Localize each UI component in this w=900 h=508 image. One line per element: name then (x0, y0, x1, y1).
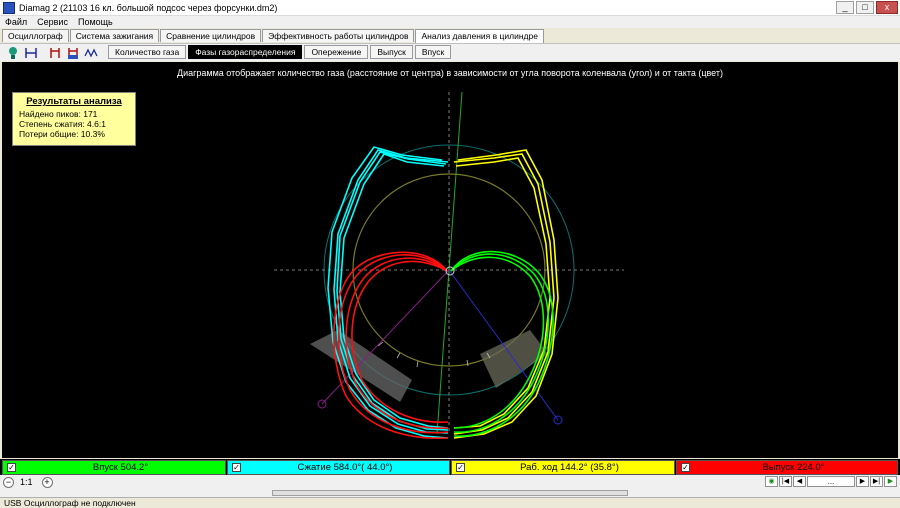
scroll-row (0, 489, 900, 497)
zoom-out-button[interactable]: − (3, 476, 14, 488)
minimize-button[interactable]: _ (836, 1, 854, 14)
horizontal-scrollbar[interactable] (272, 490, 628, 496)
status-bar: USB Осциллограф не подключен (0, 497, 900, 508)
phase-legend: ✓ Впуск 504.2° ✓ Сжатие 584.0°( 44.0°) ✓… (0, 459, 900, 475)
subtab-intake[interactable]: Впуск (414, 45, 452, 59)
app-icon (3, 1, 15, 14)
zoom-bar: − 1:1 + ◉ |◀ ◀ ... ▶ ▶| ▶ (0, 475, 900, 489)
tab-cylinder-compare[interactable]: Сравнение цилиндров (160, 29, 262, 42)
close-button[interactable]: x (876, 1, 898, 14)
phase-compression-label: Сжатие 584.0°( 44.0°) (297, 462, 393, 473)
compression-ratio: Степень сжатия: 4.6:1 (19, 119, 106, 129)
total-losses: Потери общие: 10.3% (19, 129, 105, 139)
maximize-button[interactable]: □ (856, 1, 874, 14)
tab-ignition[interactable]: Система зажигания (69, 29, 160, 42)
phase-power-label: Раб. ход 144.2° (35.8°) (520, 462, 619, 473)
zoom-in-button[interactable]: + (41, 476, 53, 488)
next-frame-button[interactable]: ▶ (856, 476, 869, 487)
phase-compression[interactable]: ✓ Сжатие 584.0°( 44.0°) (227, 460, 450, 475)
title-bar: Diamag 2 (21103 16 кл. большой подсос че… (0, 0, 900, 16)
cursor-measure-icon[interactable] (24, 46, 38, 60)
phase-intake[interactable]: ✓ Впуск 504.2° (2, 460, 226, 475)
first-frame-button[interactable]: |◀ (779, 476, 792, 487)
menu-service[interactable]: Сервис (32, 17, 73, 27)
phase-intake-label: Впуск 504.2° (92, 462, 149, 473)
main-tabs: Осциллограф Система зажигания Сравнение … (2, 29, 545, 43)
diagram-canvas[interactable]: Диаграмма отображает количество газа (ра… (2, 62, 898, 458)
window-title: Diamag 2 (21103 16 кл. большой подсос че… (19, 2, 278, 13)
tab-oscilloscope[interactable]: Осциллограф (2, 29, 69, 42)
results-title: Результаты анализа (26, 96, 122, 107)
power-checkbox[interactable]: ✓ (456, 463, 465, 472)
playback-nav: ◉ |◀ ◀ ... ▶ ▶| ▶ (765, 476, 897, 487)
results-panel: Результаты анализа Найдено пиков: 171 Ст… (12, 92, 136, 146)
record-button[interactable]: ◉ (765, 476, 778, 487)
subtab-advance[interactable]: Опережение (304, 45, 369, 59)
tab-cylinder-efficiency[interactable]: Эффективность работы цилиндров (262, 29, 415, 42)
phase-power[interactable]: ✓ Раб. ход 144.2° (35.8°) (451, 460, 675, 475)
menu-bar: Файл Сервис Помощь (0, 16, 900, 28)
wave-analysis-icon[interactable] (84, 46, 98, 60)
play-button[interactable]: ▶ (884, 476, 897, 487)
diagram-caption: Диаграмма отображает количество газа (ра… (176, 68, 724, 78)
last-frame-button[interactable]: ▶| (870, 476, 883, 487)
tab-pressure-analysis[interactable]: Анализ давления в цилиндре (415, 29, 544, 43)
prev-frame-button[interactable]: ◀ (793, 476, 806, 487)
subtab-valve-timing[interactable]: Фазы газораспределения (188, 45, 303, 59)
valve-timing-plot (274, 91, 624, 440)
exhaust-checkbox[interactable]: ✓ (681, 463, 690, 472)
menu-file[interactable]: Файл (0, 17, 32, 27)
marker-icon[interactable] (48, 46, 62, 60)
compression-checkbox[interactable]: ✓ (232, 463, 241, 472)
subtab-exhaust[interactable]: Выпуск (370, 45, 413, 59)
peaks-found: Найдено пиков: 171 (19, 109, 98, 119)
sub-tabs: Количество газа Фазы газораспределения О… (108, 45, 453, 60)
frame-field[interactable]: ... (807, 476, 855, 487)
auto-marker-icon[interactable] (66, 46, 80, 60)
phase-exhaust-label: Выпуск 224.0° (762, 462, 825, 473)
intake-checkbox[interactable]: ✓ (7, 463, 16, 472)
subtab-gas-amount[interactable]: Количество газа (108, 45, 187, 59)
zoom-level: 1:1 (20, 477, 33, 487)
sensor-icon[interactable] (6, 46, 20, 60)
menu-help[interactable]: Помощь (73, 17, 118, 27)
phase-exhaust[interactable]: ✓ Выпуск 224.0° (676, 460, 898, 475)
